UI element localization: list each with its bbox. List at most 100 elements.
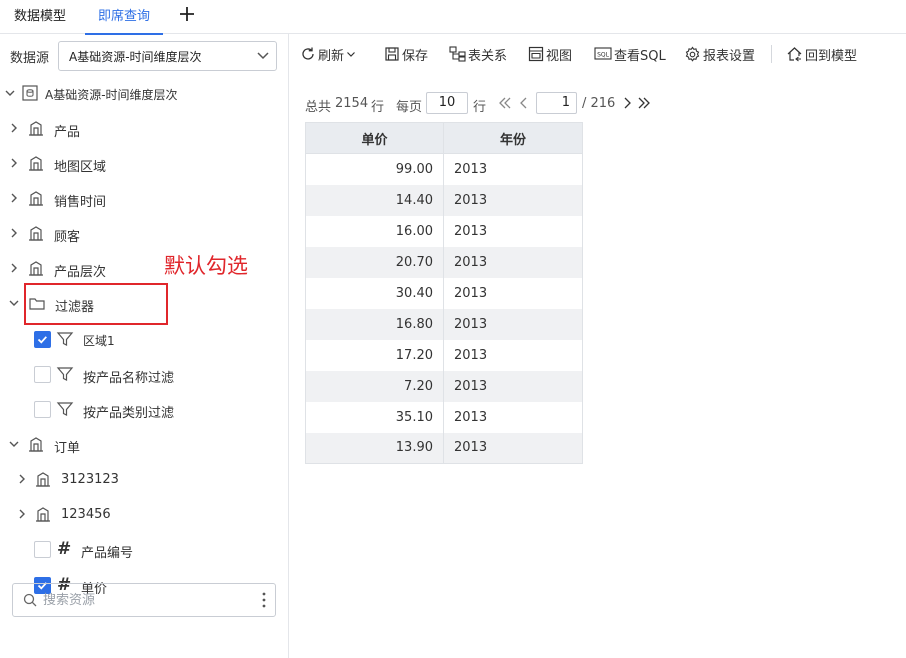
table-relations-label: 表关系 (468, 48, 508, 64)
refresh-button[interactable]: 刷新 (300, 43, 358, 65)
gear-icon (685, 46, 700, 62)
first-page-icon[interactable] (498, 95, 512, 111)
current-page-input[interactable]: 1 (536, 92, 577, 114)
table-cell: 14.40 (305, 184, 444, 216)
table-icon (29, 191, 43, 206)
annotation-label: 默认勾选 (164, 254, 248, 278)
table-cell: 30.40 (305, 277, 444, 309)
tree-root[interactable]: A基础资源-时间维度层次 (0, 82, 289, 106)
table-icon (36, 472, 50, 487)
filter-item-region1[interactable]: 区域1 (0, 328, 289, 352)
query-toolbar: 刷新 保存 表关系 视图 SQL 查看SQL 报表设置 回到模型 (290, 34, 906, 74)
tree-item-map-region[interactable]: 地图区域 (0, 152, 289, 176)
table-cell: 2013 (443, 246, 583, 278)
more-vertical-icon[interactable] (261, 591, 267, 609)
table-cell: 2013 (443, 184, 583, 216)
refresh-icon (302, 47, 314, 60)
chevron-right-icon (11, 158, 17, 168)
chevron-right-icon (11, 193, 17, 203)
checkbox[interactable] (34, 366, 51, 383)
back-to-model-button[interactable]: 回到模型 (786, 43, 857, 65)
field-item-product-id[interactable]: # 产品编号 (0, 538, 289, 562)
result-table: 单价 年份 99.00 2013 14.40 2013 16.00 2013 20.7… (305, 122, 583, 464)
next-page-icon[interactable] (620, 95, 634, 111)
tree-item-product[interactable]: 产品 (0, 117, 289, 141)
save-icon (385, 47, 399, 61)
page-count: / 216 (582, 96, 616, 111)
top-tab-bar: 数据模型 即席查询 (0, 0, 906, 35)
checkbox[interactable] (34, 541, 51, 558)
table-row: 7.20 2013 (305, 370, 583, 402)
table-icon (36, 507, 50, 522)
tree-item-label: 地图区域 (54, 160, 107, 175)
refresh-label: 刷新 (318, 48, 345, 64)
filter-icon (56, 332, 74, 346)
table-icon (29, 121, 43, 136)
column-header[interactable]: 单价 (305, 122, 444, 154)
checkbox[interactable] (34, 401, 51, 418)
table-cell: 2013 (443, 401, 583, 433)
checkbox[interactable] (34, 331, 51, 348)
table-row: 16.80 2013 (305, 308, 583, 340)
search-icon (23, 593, 37, 607)
table-icon (29, 226, 43, 241)
table-cell: 2013 (443, 277, 583, 309)
save-button[interactable]: 保存 (384, 43, 428, 65)
svg-text:SQL: SQL (597, 52, 610, 59)
last-page-icon[interactable] (637, 95, 651, 111)
table-cell: 2013 (443, 308, 583, 340)
toolbar-divider (771, 45, 772, 63)
chevron-right-icon (11, 123, 17, 133)
table-row: 17.20 2013 (305, 339, 583, 371)
table-row: 99.00 2013 (305, 153, 583, 185)
view-button[interactable]: 视图 (528, 43, 572, 65)
filter-item-by-product-category[interactable]: 按产品类别过滤 (0, 398, 289, 422)
datasource-selected-value: A基础资源-时间维度层次 (69, 50, 202, 64)
prev-page-icon[interactable] (517, 95, 531, 111)
chevron-right-icon (19, 474, 25, 484)
report-settings-button[interactable]: 报表设置 (684, 43, 755, 65)
plus-icon (180, 7, 194, 21)
table-row: 30.40 2013 (305, 277, 583, 309)
tree-item-customer[interactable]: 顾客 (0, 222, 289, 246)
tree-item-label: 产品编号 (81, 546, 134, 561)
chevron-down-icon (257, 52, 269, 60)
tree-item-label: 顾客 (54, 230, 81, 245)
table-relations-button[interactable]: 表关系 (449, 43, 507, 65)
tree-item-label: 按产品名称过滤 (83, 371, 175, 386)
tree-item-label: 销售时间 (54, 195, 107, 210)
tree-item-label: 产品层次 (54, 265, 107, 280)
per-page-input[interactable]: 10 (426, 92, 468, 114)
tree-item-3123123[interactable]: 3123123 (0, 468, 289, 492)
per-page-suffix: 行 (473, 100, 487, 115)
annotation-highlight-box (24, 283, 168, 325)
table-header-row: 单价 年份 (305, 122, 583, 154)
filter-item-by-product-name[interactable]: 按产品名称过滤 (0, 363, 289, 387)
table-row: 16.00 2013 (305, 215, 583, 247)
chevron-right-icon (11, 228, 17, 238)
tab-ad-hoc-query[interactable]: 即席查询 (84, 0, 164, 35)
report-settings-label: 报表设置 (703, 48, 756, 64)
numeric-field-icon: # (57, 539, 72, 559)
add-tab-button[interactable] (176, 2, 198, 28)
home-back-icon (787, 47, 802, 62)
tree-item-orders[interactable]: 订单 (0, 433, 289, 457)
table-cell: 2013 (443, 432, 583, 464)
view-sql-button[interactable]: SQL 查看SQL (594, 43, 666, 65)
chevron-down-icon (9, 441, 19, 447)
tree-item-sales-time[interactable]: 销售时间 (0, 187, 289, 211)
search-input[interactable] (43, 590, 243, 610)
total-rows: 2154 (335, 96, 369, 111)
datasource-select[interactable]: A基础资源-时间维度层次 (58, 41, 277, 71)
tree-item-label: 3123123 (61, 472, 119, 487)
column-header[interactable]: 年份 (443, 122, 583, 154)
tree-item-label: 订单 (54, 441, 81, 456)
table-icon (29, 156, 43, 171)
tab-data-model[interactable]: 数据模型 (14, 0, 66, 34)
table-icon (29, 261, 43, 276)
filter-icon (56, 367, 74, 381)
table-row: 13.90 2013 (305, 432, 583, 464)
table-cell: 2013 (443, 153, 583, 185)
total-suffix: 行 (371, 100, 385, 115)
tree-item-123456[interactable]: 123456 (0, 503, 289, 527)
